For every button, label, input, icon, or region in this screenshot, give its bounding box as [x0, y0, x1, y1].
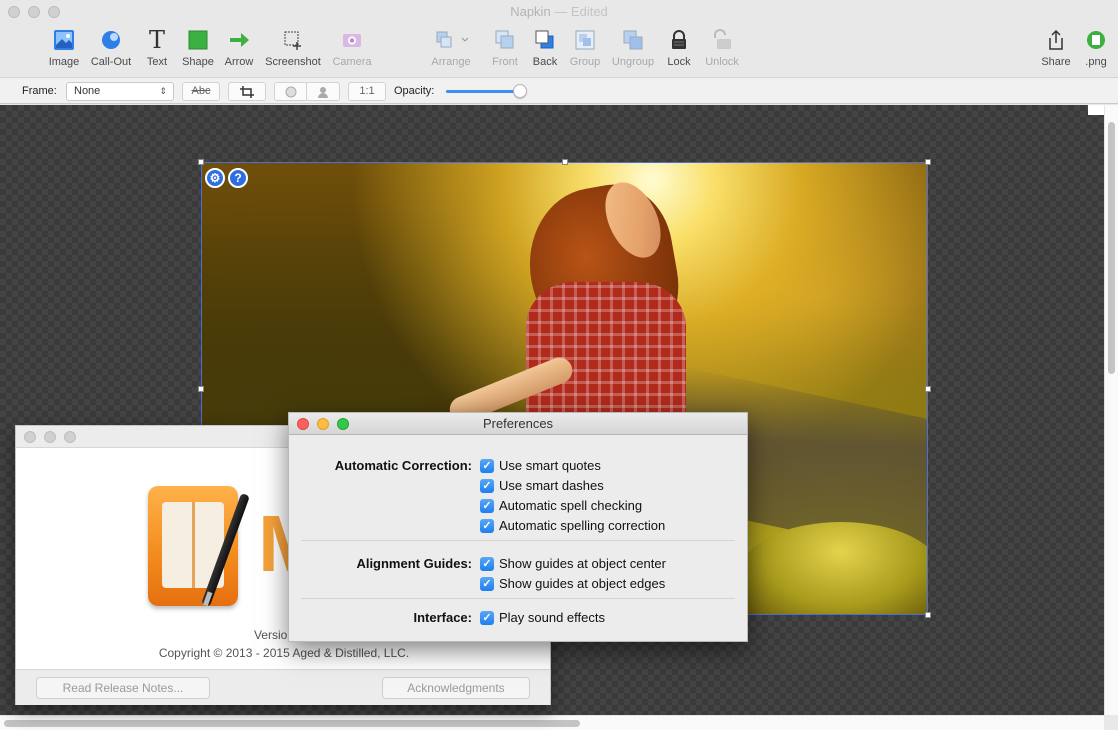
bring-front-icon [493, 28, 517, 52]
acknowledgments-button[interactable]: Acknowledgments [382, 677, 530, 699]
back-button[interactable]: Back [528, 28, 562, 74]
resize-handle-top[interactable] [562, 159, 568, 165]
resize-handle-bottom-right[interactable] [925, 612, 931, 618]
unlock-button[interactable]: Unlock [702, 28, 742, 74]
checkmark-icon: ✓ [480, 576, 494, 591]
person-icon [317, 87, 329, 101]
arrange-icon [429, 28, 473, 52]
prefs-close-button[interactable] [297, 418, 309, 430]
window-title: Napkin — Edited [510, 4, 608, 19]
photo-bush [741, 522, 928, 615]
camera-icon [340, 28, 364, 52]
shape-icon [186, 28, 210, 52]
checkmark-icon: ✓ [480, 518, 494, 533]
automatic-correction-label: Automatic Correction: [334, 458, 472, 473]
shape-button[interactable]: Shape [180, 28, 216, 74]
opacity-slider-track[interactable] [446, 90, 520, 93]
prefs-minimize-button[interactable] [317, 418, 329, 430]
title-bar[interactable]: Napkin — Edited [0, 0, 1118, 24]
smart-quotes-checkbox[interactable]: ✓ Use smart quotes [480, 458, 601, 473]
share-icon [1044, 28, 1068, 52]
text-button[interactable]: T Text [143, 26, 171, 74]
gear-icon[interactable]: ⚙ [205, 168, 225, 188]
resize-handle-top-right[interactable] [925, 159, 931, 165]
arrow-button[interactable]: Arrow [222, 28, 256, 74]
interface-label: Interface: [413, 610, 472, 625]
separator [301, 540, 735, 541]
send-back-icon [533, 28, 557, 52]
crop-button[interactable] [228, 82, 266, 101]
photo-shirt [526, 282, 686, 432]
horizontal-scroll-thumb[interactable] [4, 720, 580, 727]
about-minimize-button[interactable] [44, 431, 56, 443]
group-icon [573, 28, 597, 52]
checkmark-icon: ✓ [480, 458, 494, 473]
checkmark-icon: ✓ [480, 478, 494, 493]
frame-select[interactable]: None ⇕ [66, 82, 174, 101]
ratio-button[interactable]: 1:1 [348, 82, 386, 101]
read-release-notes-button[interactable]: Read Release Notes... [36, 677, 210, 699]
preferences-title: Preferences [482, 416, 554, 431]
preferences-window: Preferences Automatic Correction: ✓ Use s… [288, 412, 748, 642]
copyright-text: Copyright © 2013 - 2015 Aged & Distilled… [158, 646, 410, 660]
crop-icon [240, 86, 254, 101]
help-icon[interactable]: ? [228, 168, 248, 188]
ungroup-icon [621, 28, 645, 52]
opacity-label: Opacity: [394, 85, 435, 97]
share-button[interactable]: Share [1040, 28, 1072, 74]
checkmark-icon: ✓ [480, 498, 494, 513]
prefs-zoom-button[interactable] [337, 418, 349, 430]
screenshot-icon [281, 28, 305, 52]
resize-handle-top-left[interactable] [198, 159, 204, 165]
resize-handle-right[interactable] [925, 386, 931, 392]
spell-checking-checkbox[interactable]: ✓ Automatic spell checking [480, 498, 642, 513]
guides-edges-checkbox[interactable]: ✓ Show guides at object edges [480, 576, 665, 591]
minimize-button[interactable] [28, 6, 40, 18]
screenshot-button[interactable]: Screenshot [262, 28, 324, 74]
opacity-slider-knob[interactable] [513, 84, 527, 98]
checkmark-icon: ✓ [480, 610, 494, 625]
scroll-corner [1088, 105, 1104, 115]
separator [301, 598, 735, 599]
group-button[interactable]: Group [567, 28, 603, 74]
resize-handle-left[interactable] [198, 386, 204, 392]
frame-label: Frame: [22, 85, 57, 97]
sound-effects-checkbox[interactable]: ✓ Play sound effects [480, 610, 605, 625]
callout-icon [99, 28, 123, 52]
lock-button[interactable]: Lock [664, 28, 694, 74]
export-png-button[interactable]: .png [1082, 28, 1110, 74]
smart-dashes-checkbox[interactable]: ✓ Use smart dashes [480, 478, 604, 493]
spelling-correction-checkbox[interactable]: ✓ Automatic spelling correction [480, 518, 665, 533]
callout-button[interactable]: Call-Out [88, 28, 134, 74]
image-icon [52, 28, 76, 52]
zoom-button[interactable] [48, 6, 60, 18]
chevron-updown-icon: ⇕ [159, 86, 167, 96]
front-button[interactable]: Front [488, 28, 522, 74]
vertical-scroll-thumb[interactable] [1108, 122, 1115, 374]
png-export-icon [1084, 28, 1108, 52]
text-style-button[interactable]: Abc [182, 82, 220, 101]
format-bar: Frame: None ⇕ Abc 1:1 Opacity: [0, 77, 1118, 104]
camera-button[interactable]: Camera [330, 28, 374, 74]
alignment-guides-label: Alignment Guides: [356, 556, 472, 571]
checkmark-icon: ✓ [480, 556, 494, 571]
about-zoom-button[interactable] [64, 431, 76, 443]
close-button[interactable] [8, 6, 20, 18]
toolbar: Image Call-Out T Text Shape Arrow Screen… [0, 24, 1118, 76]
profile-button[interactable] [306, 82, 340, 101]
logo-fold [192, 502, 195, 588]
text-icon: T [148, 26, 165, 54]
preferences-title-bar[interactable]: Preferences [289, 413, 747, 435]
arrange-button[interactable]: Arrange [428, 28, 474, 74]
unlock-icon [710, 28, 734, 52]
ungroup-button[interactable]: Ungroup [608, 28, 658, 74]
guides-center-checkbox[interactable]: ✓ Show guides at object center [480, 556, 666, 571]
arrow-icon [227, 28, 251, 52]
circle-icon [285, 86, 297, 101]
image-button[interactable]: Image [46, 28, 82, 74]
lock-icon [667, 28, 691, 52]
about-close-button[interactable] [24, 431, 36, 443]
shadow-button[interactable] [274, 82, 308, 101]
